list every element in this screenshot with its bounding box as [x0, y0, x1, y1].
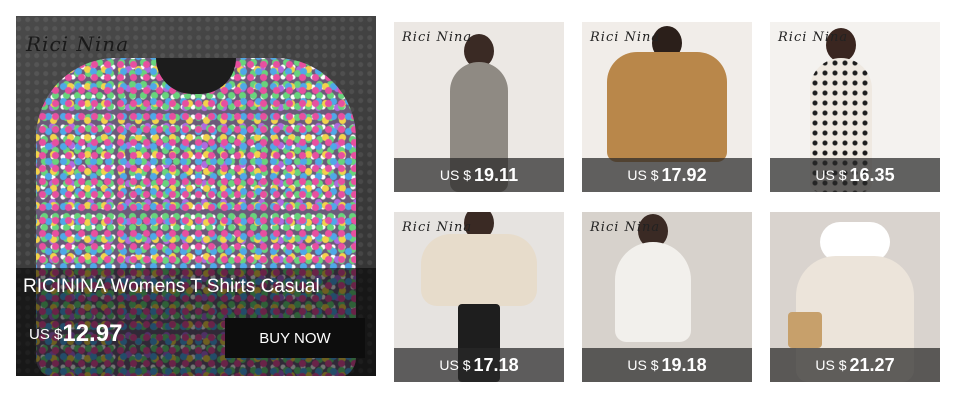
price-amount: 16.35	[849, 164, 895, 185]
product-card[interactable]: Rici Nina US $17.92	[582, 22, 752, 192]
currency-label: US $	[439, 167, 472, 183]
price-bar: US $17.92	[582, 158, 752, 192]
currency-label: US $	[29, 326, 63, 343]
hero-product-title[interactable]: RICININA Womens T Shirts Casual	[23, 276, 363, 298]
product-card[interactable]: Rici Nina US $19.18	[582, 212, 752, 382]
currency-label: US $	[627, 357, 659, 373]
price-amount: 19.18	[661, 354, 707, 375]
price-bar: US $21.27	[770, 348, 940, 382]
price-amount: 12.97	[62, 320, 123, 347]
product-card[interactable]: US $21.27	[770, 212, 940, 382]
cream-wrap-sweater-graphic	[421, 234, 537, 306]
product-card[interactable]: Rici Nina US $19.11	[394, 22, 564, 192]
straw-bag-graphic	[788, 312, 822, 348]
price-amount: 21.27	[849, 354, 895, 375]
hero-caption-overlay: RICININA Womens T Shirts Casual US $12.9…	[16, 268, 376, 376]
camel-cardigan-graphic	[607, 52, 727, 162]
price-amount: 17.18	[473, 354, 519, 375]
currency-label: US $	[815, 167, 847, 183]
price-bar: US $16.35	[770, 158, 940, 192]
price-bar: US $19.18	[582, 348, 752, 382]
currency-label: US $	[815, 357, 847, 373]
buy-now-button[interactable]: BUY NOW	[225, 318, 365, 358]
brand-watermark: Rici Nina	[26, 32, 130, 56]
brand-watermark: Rici Nina	[402, 30, 473, 45]
brand-watermark: Rici Nina	[778, 30, 849, 45]
price-bar: US $17.18	[394, 348, 564, 382]
brand-watermark: Rici Nina	[590, 30, 661, 45]
price-amount: 17.92	[661, 164, 707, 185]
price-bar: US $19.11	[394, 158, 564, 192]
product-card[interactable]: Rici Nina US $16.35	[770, 22, 940, 192]
brand-watermark: Rici Nina	[590, 220, 661, 235]
white-hoodie-dress-graphic	[615, 242, 692, 342]
hero-price: US $12.97	[29, 320, 122, 348]
hero-product-card[interactable]: Rici Nina RICININA Womens T Shirts Casua…	[16, 16, 376, 376]
price-amount: 19.11	[474, 164, 519, 185]
product-card[interactable]: Rici Nina US $17.18	[394, 212, 564, 382]
currency-label: US $	[627, 167, 659, 183]
brand-watermark: Rici Nina	[402, 220, 473, 235]
currency-label: US $	[439, 357, 471, 373]
